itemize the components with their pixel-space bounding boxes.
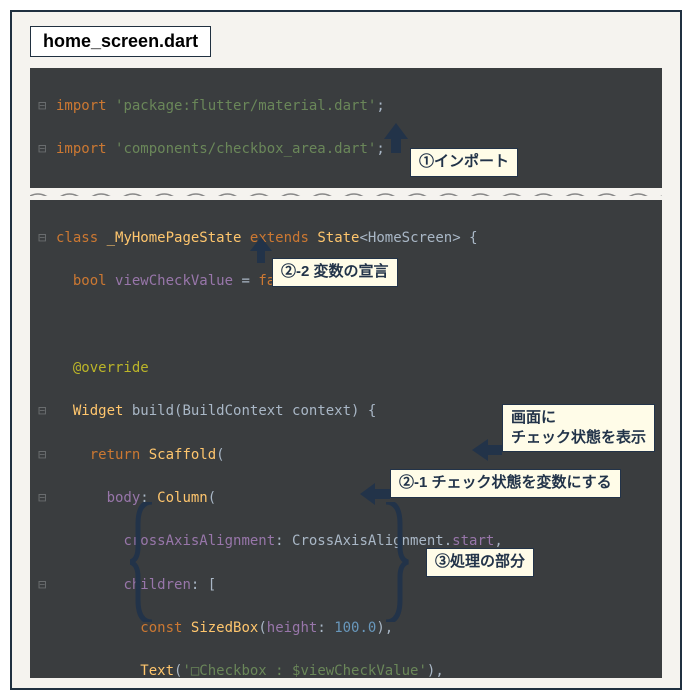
callout-var-state: ②-1 チェック状態を変数にする bbox=[390, 469, 621, 498]
brace-right-icon bbox=[380, 502, 410, 626]
diagram-frame: home_screen.dart ⊟import 'package:flutte… bbox=[10, 10, 682, 690]
callout-var-decl: ②-2 変数の宣言 bbox=[272, 258, 398, 287]
arrow-up-icon bbox=[248, 237, 274, 263]
wavy-separator bbox=[30, 188, 662, 196]
brace-left-icon bbox=[130, 502, 160, 626]
arrow-left-icon bbox=[472, 437, 502, 463]
file-tab: home_screen.dart bbox=[30, 26, 211, 57]
code-block-top: ⊟import 'package:flutter/material.dart';… bbox=[30, 68, 662, 188]
arrow-up-icon bbox=[382, 123, 410, 153]
callout-display-state: 画面に チェック状態を表示 bbox=[502, 404, 655, 452]
callout-process: ③処理の部分 bbox=[426, 548, 534, 577]
callout-import: ①インポート bbox=[410, 148, 518, 177]
arrow-left-icon bbox=[360, 482, 390, 506]
